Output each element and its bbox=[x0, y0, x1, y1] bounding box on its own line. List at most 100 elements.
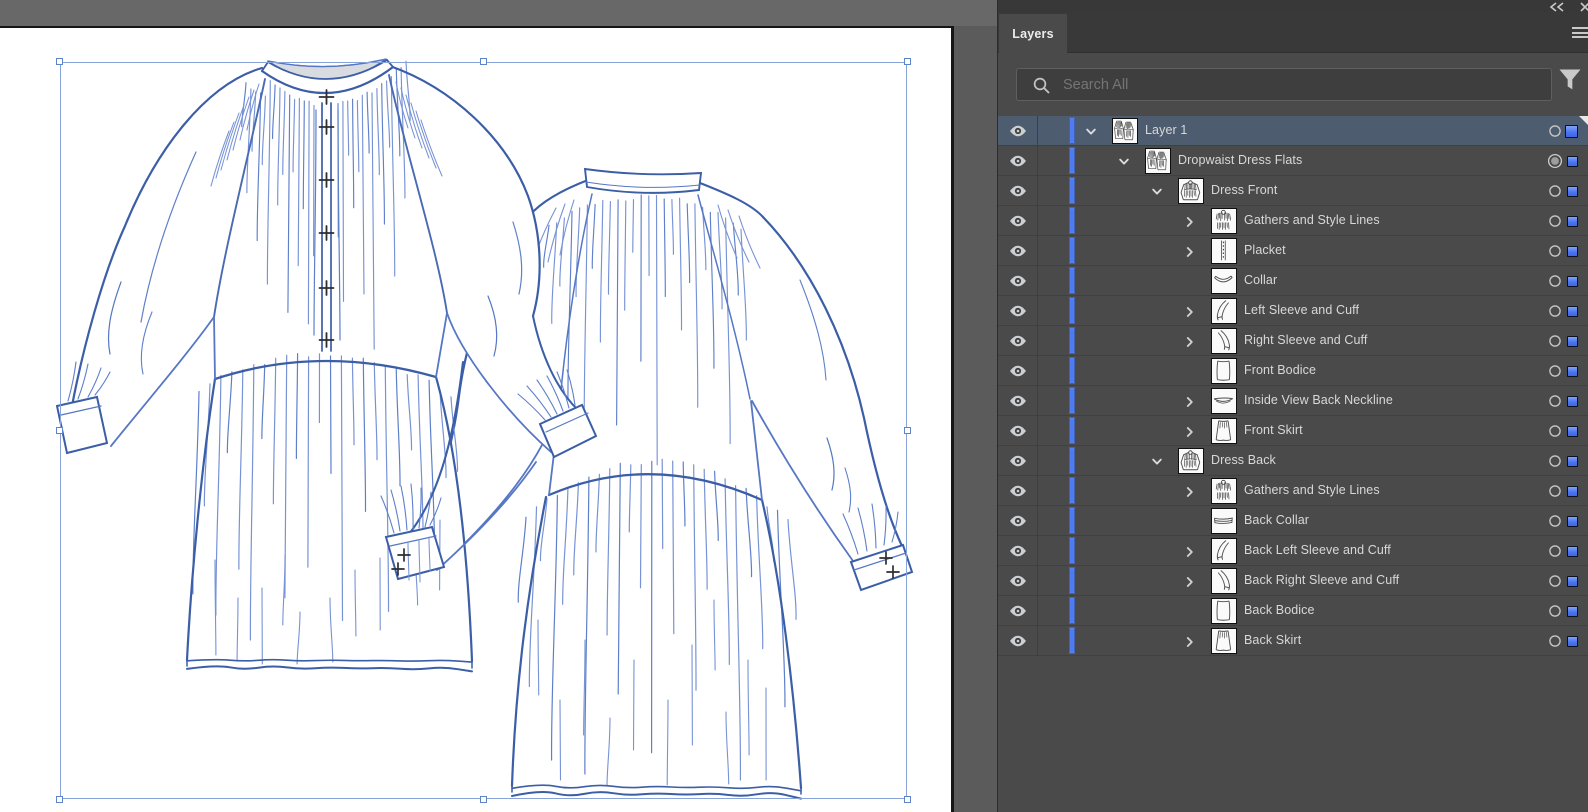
target-circle-icon[interactable] bbox=[1547, 423, 1563, 439]
chevron-down-icon[interactable] bbox=[1151, 456, 1163, 468]
selected-art-indicator[interactable] bbox=[1567, 336, 1578, 347]
layer-thumbnail[interactable] bbox=[1211, 628, 1237, 654]
lock-toggle-cell[interactable] bbox=[1037, 626, 1064, 655]
layer-row-inside-view-back-neckline[interactable]: Inside View Back Neckline bbox=[998, 386, 1588, 416]
layer-thumbnail[interactable] bbox=[1211, 508, 1237, 534]
layer-thumbnail[interactable] bbox=[1211, 568, 1237, 594]
eye-icon[interactable] bbox=[1009, 605, 1027, 617]
visibility-toggle[interactable] bbox=[998, 506, 1037, 535]
visibility-toggle[interactable] bbox=[998, 176, 1037, 205]
target-circle-icon[interactable] bbox=[1547, 363, 1563, 379]
layer-name[interactable]: Dress Front bbox=[1211, 176, 1277, 205]
layer-row-dress-front[interactable]: Dress Front bbox=[998, 176, 1588, 206]
visibility-toggle[interactable] bbox=[998, 386, 1037, 415]
selected-art-indicator[interactable] bbox=[1567, 306, 1578, 317]
filter-funnel-icon[interactable] bbox=[1556, 66, 1584, 94]
lock-toggle-cell[interactable] bbox=[1037, 596, 1064, 625]
lock-toggle-cell[interactable] bbox=[1037, 326, 1064, 355]
layer-name[interactable]: Collar bbox=[1244, 266, 1277, 295]
layer-name[interactable]: Placket bbox=[1244, 236, 1286, 265]
eye-icon[interactable] bbox=[1009, 425, 1027, 437]
layer-thumbnail[interactable] bbox=[1211, 268, 1237, 294]
chevron-right-icon[interactable] bbox=[1184, 336, 1196, 348]
layer-row-layer-1[interactable]: Layer 1 bbox=[998, 116, 1588, 146]
layer-name[interactable]: Right Sleeve and Cuff bbox=[1244, 326, 1367, 355]
layer-thumbnail[interactable] bbox=[1211, 298, 1237, 324]
layer-thumbnail[interactable] bbox=[1211, 478, 1237, 504]
visibility-toggle[interactable] bbox=[998, 326, 1037, 355]
chevron-down-icon[interactable] bbox=[1085, 126, 1097, 138]
visibility-toggle[interactable] bbox=[998, 146, 1037, 175]
chevron-right-icon[interactable] bbox=[1184, 636, 1196, 648]
target-circle-icon[interactable] bbox=[1547, 303, 1563, 319]
eye-icon[interactable] bbox=[1009, 395, 1027, 407]
eye-icon[interactable] bbox=[1009, 365, 1027, 377]
layer-thumbnail[interactable] bbox=[1211, 598, 1237, 624]
chevron-right-icon[interactable] bbox=[1184, 546, 1196, 558]
selection-handle[interactable] bbox=[56, 796, 63, 803]
layer-thumbnail[interactable] bbox=[1211, 358, 1237, 384]
layer-name[interactable]: Dress Back bbox=[1211, 446, 1276, 475]
layer-row-left-sleeve-and-cuff[interactable]: Left Sleeve and Cuff bbox=[998, 296, 1588, 326]
lock-toggle-cell[interactable] bbox=[1037, 176, 1064, 205]
selected-art-indicator[interactable] bbox=[1567, 486, 1578, 497]
selected-art-indicator[interactable] bbox=[1567, 426, 1578, 437]
layer-row-back-bodice[interactable]: Back Bodice bbox=[998, 596, 1588, 626]
layer-row-gathers-and-style-lines[interactable]: Gathers and Style Lines bbox=[998, 206, 1588, 236]
layer-row-back-right-sleeve-and-cuff[interactable]: Back Right Sleeve and Cuff bbox=[998, 566, 1588, 596]
lock-toggle-cell[interactable] bbox=[1037, 536, 1064, 565]
lock-toggle-cell[interactable] bbox=[1037, 356, 1064, 385]
eye-icon[interactable] bbox=[1009, 305, 1027, 317]
selection-handle[interactable] bbox=[56, 58, 63, 65]
target-circle-icon[interactable] bbox=[1547, 513, 1563, 529]
selection-handle[interactable] bbox=[56, 427, 63, 434]
visibility-toggle[interactable] bbox=[998, 626, 1037, 655]
visibility-toggle[interactable] bbox=[998, 476, 1037, 505]
layer-name[interactable]: Back Skirt bbox=[1244, 626, 1301, 655]
layer-thumbnail[interactable] bbox=[1211, 418, 1237, 444]
selection-handle[interactable] bbox=[480, 796, 487, 803]
search-input[interactable] bbox=[1063, 69, 1543, 100]
layer-row-back-skirt[interactable]: Back Skirt bbox=[998, 626, 1588, 656]
eye-icon[interactable] bbox=[1009, 575, 1027, 587]
selected-art-indicator[interactable] bbox=[1567, 636, 1578, 647]
visibility-toggle[interactable] bbox=[998, 356, 1037, 385]
chevron-down-icon[interactable] bbox=[1118, 156, 1130, 168]
lock-toggle-cell[interactable] bbox=[1037, 146, 1064, 175]
eye-icon[interactable] bbox=[1009, 485, 1027, 497]
chevron-down-icon[interactable] bbox=[1151, 186, 1163, 198]
layer-thumbnail[interactable] bbox=[1178, 448, 1204, 474]
selected-art-indicator[interactable] bbox=[1567, 366, 1578, 377]
visibility-toggle[interactable] bbox=[998, 296, 1037, 325]
close-icon[interactable] bbox=[1580, 2, 1588, 12]
target-circle-icon[interactable] bbox=[1547, 453, 1563, 469]
selected-art-indicator[interactable] bbox=[1567, 276, 1578, 287]
layer-thumbnail[interactable] bbox=[1178, 178, 1204, 204]
visibility-toggle[interactable] bbox=[998, 116, 1037, 145]
visibility-toggle[interactable] bbox=[998, 236, 1037, 265]
layer-name[interactable]: Dropwaist Dress Flats bbox=[1178, 146, 1302, 175]
selected-art-indicator[interactable] bbox=[1567, 606, 1578, 617]
target-circle-icon[interactable] bbox=[1547, 153, 1563, 169]
chevron-right-icon[interactable] bbox=[1184, 246, 1196, 258]
layer-thumbnail[interactable] bbox=[1112, 118, 1138, 144]
lock-toggle-cell[interactable] bbox=[1037, 236, 1064, 265]
target-circle-icon[interactable] bbox=[1547, 273, 1563, 289]
chevron-right-icon[interactable] bbox=[1184, 396, 1196, 408]
selected-art-indicator[interactable] bbox=[1567, 246, 1578, 257]
eye-icon[interactable] bbox=[1009, 155, 1027, 167]
layer-name[interactable]: Back Bodice bbox=[1244, 596, 1315, 625]
layer-thumbnail[interactable] bbox=[1211, 208, 1237, 234]
eye-icon[interactable] bbox=[1009, 335, 1027, 347]
layer-name[interactable]: Back Right Sleeve and Cuff bbox=[1244, 566, 1399, 595]
target-circle-icon[interactable] bbox=[1547, 123, 1563, 139]
selected-art-indicator[interactable] bbox=[1567, 216, 1578, 227]
layer-name[interactable]: Gathers and Style Lines bbox=[1244, 476, 1380, 505]
selected-art-indicator[interactable] bbox=[1567, 396, 1578, 407]
lock-toggle-cell[interactable] bbox=[1037, 506, 1064, 535]
chevron-right-icon[interactable] bbox=[1184, 426, 1196, 438]
target-circle-icon[interactable] bbox=[1547, 543, 1563, 559]
eye-icon[interactable] bbox=[1009, 245, 1027, 257]
search-box[interactable] bbox=[1016, 68, 1552, 101]
lock-toggle-cell[interactable] bbox=[1037, 386, 1064, 415]
